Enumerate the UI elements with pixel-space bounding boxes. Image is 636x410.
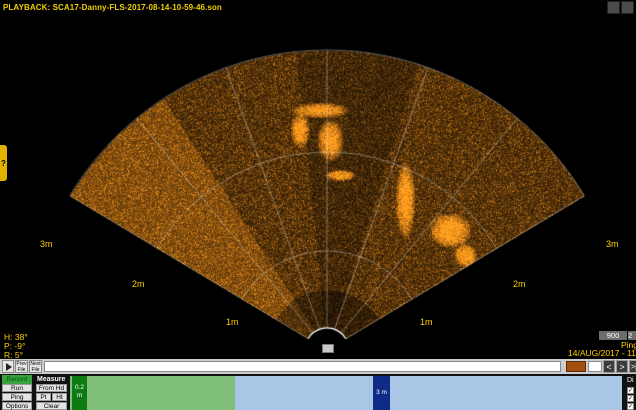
range-label-left-3m: 3m	[40, 239, 53, 249]
display-checkbox-2[interactable]: ✓	[627, 395, 634, 402]
depth-strip-green-zone	[70, 376, 235, 410]
depth-marker-green[interactable]: 0.2 m	[72, 376, 87, 410]
window-title: PLAYBACK: SCA17-Danny-FLS-2017-08-14-10-…	[3, 3, 222, 12]
range-label-left-1m: 1m	[226, 317, 239, 327]
depth-marker-blue[interactable]: 3 m	[373, 376, 390, 410]
help-icon: ?	[1, 158, 6, 168]
measure-label: Measure	[37, 376, 66, 383]
date-time-label: 14/AUG/2017 - 11:	[568, 348, 636, 358]
pt-button[interactable]: Pt	[36, 393, 51, 401]
window-controls	[606, 1, 634, 14]
next-file-button[interactable]: Next File	[29, 360, 42, 373]
run-button[interactable]: Run	[2, 384, 32, 392]
display-checkbox-1[interactable]: ✓	[627, 387, 634, 394]
sonar-fan-image[interactable]	[0, 0, 636, 358]
play-icon	[6, 363, 12, 371]
depth-strip[interactable]: 0.2 m 3 m	[70, 376, 622, 410]
step-back-button[interactable]: <	[603, 360, 615, 373]
range-label-right-3m: 3m	[606, 239, 619, 249]
frequency-suffix: 2	[628, 331, 636, 340]
sonar-head-icon	[322, 344, 334, 353]
ping-button[interactable]: Ping	[2, 393, 32, 401]
options-button[interactable]: Options	[2, 402, 32, 410]
play-button[interactable]	[2, 360, 14, 373]
prev-file-button[interactable]: Prev File	[15, 360, 28, 373]
step-forward-button[interactable]: >	[616, 360, 628, 373]
record-button[interactable]: Record	[2, 375, 32, 384]
frequency-display[interactable]: 900	[599, 331, 627, 340]
control-panel: Record Run Ping Options Measure From Hd …	[0, 374, 636, 410]
ht-button[interactable]: Ht	[52, 393, 67, 401]
playback-position-thumb[interactable]	[566, 361, 586, 372]
help-tab[interactable]: ?	[0, 145, 7, 181]
display-checkbox-3[interactable]: ✓	[627, 403, 634, 410]
range-label-left-2m: 2m	[132, 279, 145, 289]
minimize-button[interactable]	[607, 1, 620, 14]
jump-end-button[interactable]: >|	[629, 360, 636, 373]
playback-track-end[interactable]	[588, 361, 602, 372]
close-button[interactable]	[621, 1, 634, 14]
clear-button[interactable]: Clear	[36, 402, 67, 410]
playback-bar: Prev File Next File < > >|	[0, 359, 636, 374]
from-hd-button[interactable]: From Hd	[36, 384, 67, 392]
playback-track[interactable]	[44, 361, 561, 372]
display-panel-label: Di	[627, 377, 634, 384]
range-label-right-2m: 2m	[513, 279, 526, 289]
range-label-right-1m: 1m	[420, 317, 433, 327]
